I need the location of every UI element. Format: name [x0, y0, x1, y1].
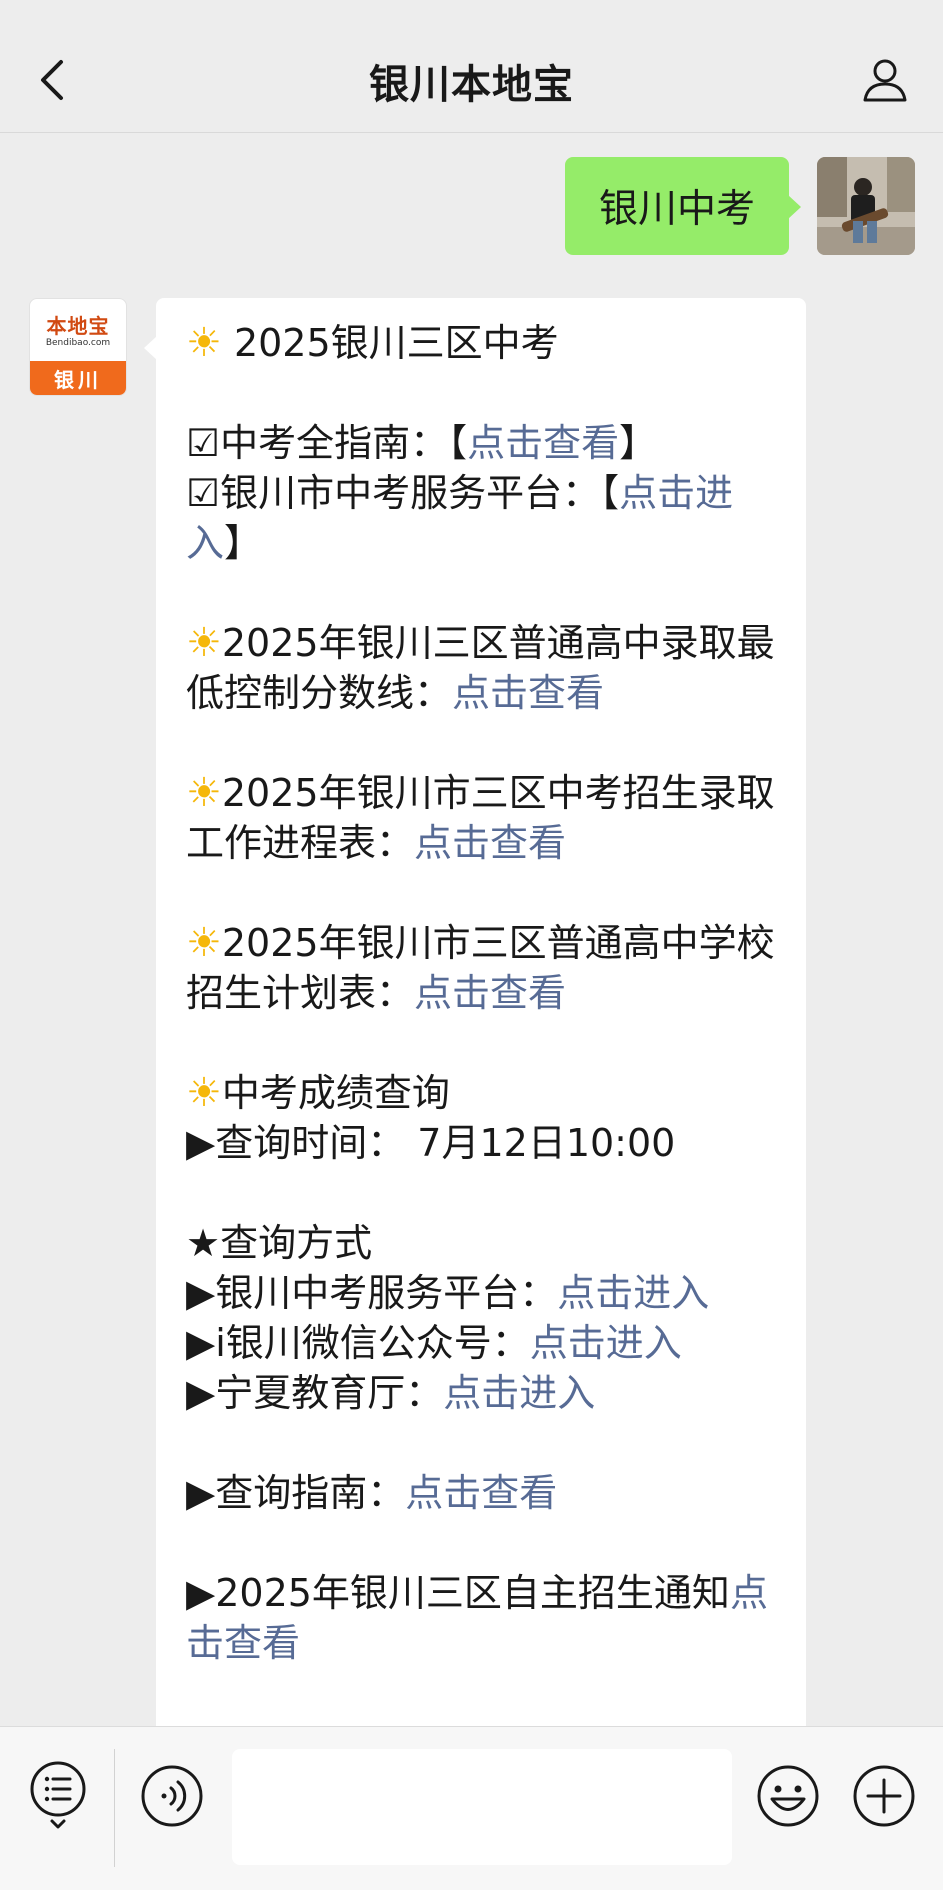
method-wechat-link[interactable]: 点击进入 — [530, 1321, 682, 1365]
query-guide: ▶查询指南：点击查看 — [186, 1471, 558, 1515]
page-title: 银川本地宝 — [369, 62, 574, 108]
sun-icon: ☀ — [186, 920, 222, 966]
platform-line: ☑银川市中考服务平台：【点击进入】 — [186, 471, 734, 565]
input-bar — [0, 1726, 943, 1890]
method-education: ▶宁夏教育厅：点击进入 — [186, 1371, 596, 1415]
sent-message-text: 银川中考 — [598, 187, 755, 232]
logo-area: 本地宝 Bendibao.com — [30, 299, 126, 363]
voice-icon — [141, 1765, 203, 1827]
logo-city: 银川 — [30, 361, 126, 395]
emoji-button[interactable] — [756, 1764, 820, 1828]
user-avatar[interactable] — [817, 157, 915, 255]
score-line-link[interactable]: 点击查看 — [452, 671, 604, 715]
plan-link[interactable]: 点击查看 — [414, 971, 566, 1015]
message-heading: ☀ 2025银川三区中考 — [186, 320, 559, 366]
plus-icon — [853, 1765, 915, 1827]
sun-icon: ☀ — [186, 770, 222, 816]
logo-text: 本地宝 — [46, 313, 110, 338]
sun-icon: ☀ — [186, 620, 222, 666]
score-heading: ☀中考成绩查询 — [186, 1070, 450, 1116]
nav-bar: 银川本地宝 — [0, 0, 943, 133]
sun-icon: ☀ — [186, 1070, 222, 1116]
message-input[interactable] — [232, 1749, 732, 1865]
sent-message-row: 银川中考 — [564, 157, 915, 255]
received-message-bubble: ☀ 2025银川三区中考 ☑中考全指南：【点击查看】 ☑银川市中考服务平台：【点… — [144, 298, 806, 1778]
sent-message-bubble[interactable]: 银川中考 — [564, 157, 802, 255]
query-guide-link[interactable]: 点击查看 — [405, 1471, 557, 1515]
guide-link[interactable]: 点击查看 — [467, 421, 619, 465]
smiley-icon — [757, 1765, 819, 1827]
user-photo-icon — [817, 157, 915, 255]
method-platform-link[interactable]: 点击进入 — [557, 1271, 709, 1315]
account-avatar[interactable]: 本地宝 Bendibao.com 银川 — [29, 298, 127, 396]
method-platform: ▶银川中考服务平台：点击进入 — [186, 1271, 710, 1315]
more-button[interactable] — [852, 1764, 916, 1828]
method-education-link[interactable]: 点击进入 — [443, 1371, 595, 1415]
admission-notice: ▶2025年银川三区自主招生通知点击查看 — [186, 1571, 768, 1665]
item-plan-line: ☀2025年银川市三区普通高中学校招生计划表：点击查看 — [186, 920, 775, 1015]
divider — [114, 1749, 115, 1867]
list-menu-icon — [30, 1761, 86, 1829]
item-score-line: ☀2025年银川三区普通高中录取最低控制分数线：点击查看 — [186, 620, 775, 715]
sun-icon: ☀ — [186, 320, 222, 366]
method-heading: ★查询方式 — [186, 1221, 373, 1265]
item-schedule-line: ☀2025年银川市三区中考招生录取工作进程表：点击查看 — [186, 770, 775, 865]
voice-button[interactable] — [140, 1764, 204, 1828]
schedule-link[interactable]: 点击查看 — [414, 821, 566, 865]
query-time: ▶查询时间： 7月12日10:00 — [186, 1121, 676, 1165]
method-wechat: ▶i银川微信公众号：点击进入 — [186, 1321, 682, 1365]
person-icon — [863, 59, 907, 102]
guide-line: ☑中考全指南：【点击查看】 — [186, 421, 658, 465]
logo-domain: Bendibao.com — [45, 337, 111, 348]
menu-button[interactable] — [28, 1759, 88, 1831]
profile-button[interactable] — [855, 52, 915, 108]
